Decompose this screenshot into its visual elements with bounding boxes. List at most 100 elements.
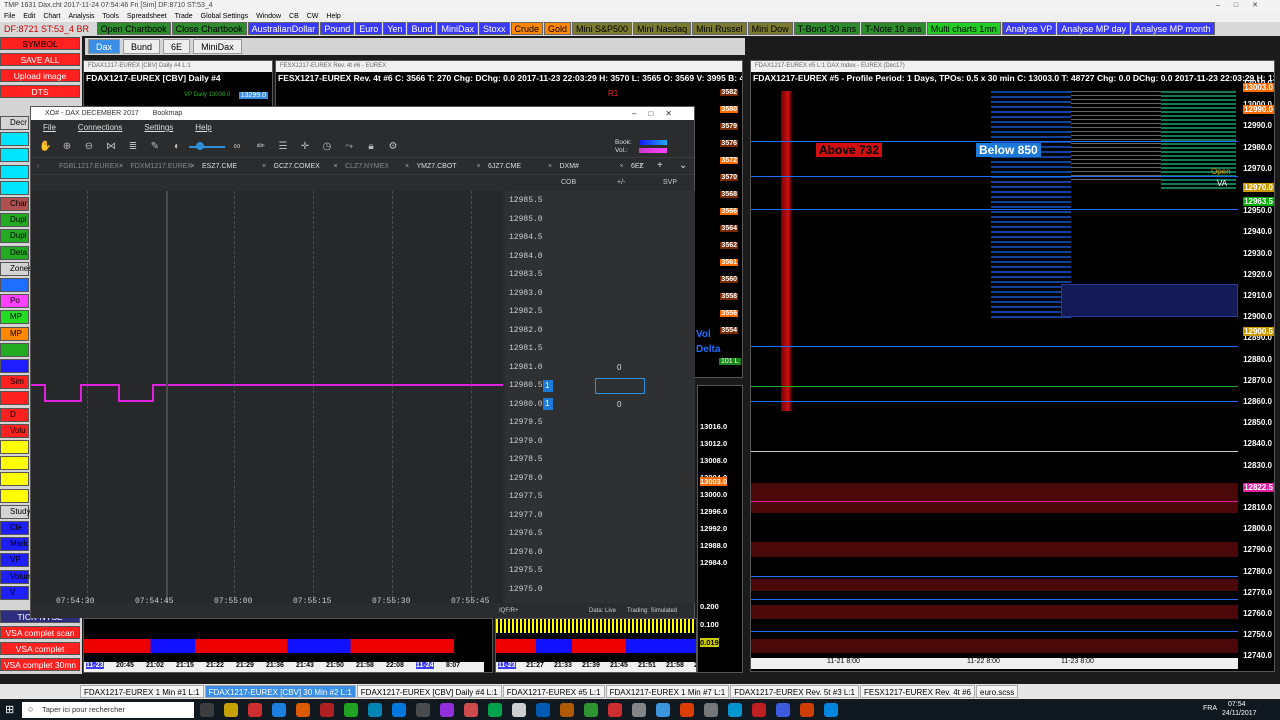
bookmap-menu-connections[interactable]: Connections: [78, 123, 122, 132]
edge-icon[interactable]: [272, 703, 286, 717]
instrument-tab-1[interactable]: FDXM1217.EUREX: [131, 163, 192, 170]
app-icon[interactable]: [752, 703, 766, 717]
daily-chart-pane[interactable]: FDAX1217-EUREX [CBV] Daily #4 L:1 FDAX12…: [83, 60, 273, 110]
ladder-price[interactable]: 12977.5: [509, 492, 543, 501]
profile-chart-pane[interactable]: FDAX1217-EUREX #5 L:1 DAX Index - EUREX …: [750, 60, 1275, 672]
tab-close-icon[interactable]: ×: [620, 163, 624, 170]
zoom-in-icon[interactable]: ⊕: [61, 141, 73, 152]
ladder-price[interactable]: 12980.5: [509, 381, 543, 390]
sheet-tab-6e[interactable]: 6E: [163, 39, 191, 54]
chart-window-tab-5[interactable]: FDAX1217-EUREX Rev. 5t #3 L:1: [730, 685, 859, 698]
menu-item-spreadsheet[interactable]: Spreadsheet: [127, 13, 167, 20]
toolbar-button-15[interactable]: T-Bond 30 ans: [793, 22, 861, 35]
lock-icon[interactable]: 🔒︎: [365, 141, 377, 152]
fesx-volume-pane[interactable]: 11-23 21:27 21:33 21:39 21:45 21:51 21:58 22:07: [495, 618, 697, 673]
left-strip-12[interactable]: MP: [0, 310, 29, 325]
toolbar-button-10[interactable]: Gold: [544, 22, 572, 35]
left-strip-0[interactable]: Decr: [0, 116, 29, 130]
ladder-price[interactable]: 12984.0: [509, 252, 543, 261]
ladder-price[interactable]: 12975.5: [509, 566, 543, 575]
toolbar-button-11[interactable]: Mini S&P500: [572, 22, 633, 35]
instrument-tab-6[interactable]: 6JZ7.CME: [488, 163, 521, 170]
chrome-icon[interactable]: [248, 703, 262, 717]
app-icon[interactable]: [560, 703, 574, 717]
toolbar-button-1[interactable]: Close Chartbook: [171, 22, 247, 35]
app-icon[interactable]: [584, 703, 598, 717]
hand-icon[interactable]: ✋: [39, 141, 51, 152]
ladder-price[interactable]: 12981.5: [509, 344, 543, 353]
app-icon[interactable]: [824, 703, 838, 717]
gear-icon[interactable]: ⚙: [387, 141, 399, 152]
menu-item-chart[interactable]: Chart: [43, 13, 60, 20]
app-icon[interactable]: [632, 703, 646, 717]
bookmap-menu-help[interactable]: Help: [195, 123, 211, 132]
left-strip-20[interactable]: [0, 440, 29, 454]
menu-item-edit[interactable]: Edit: [23, 13, 35, 20]
left-strip-14[interactable]: [0, 342, 29, 357]
left-button-3[interactable]: DTS: [0, 85, 80, 98]
app-icon[interactable]: [704, 703, 718, 717]
ladder-price[interactable]: 12977.0: [509, 511, 543, 520]
brightness-slider[interactable]: [189, 146, 225, 148]
tab-close-icon[interactable]: ×: [191, 163, 195, 170]
chart-window-tab-7[interactable]: euro.scss: [976, 685, 1019, 698]
ladder-price[interactable]: 12978.0: [509, 474, 543, 483]
toolbar-button-18[interactable]: Analyse VP: [1001, 22, 1057, 35]
left-strip-26[interactable]: Mark: [0, 537, 29, 552]
chart-window-tab-2[interactable]: FDAX1217-EUREX [CBV] Daily #4 L:1: [356, 685, 502, 698]
menu-item-cb[interactable]: CB: [289, 13, 299, 20]
menu-item-help[interactable]: Help: [326, 13, 340, 20]
left-button-0[interactable]: SYMBOL: [0, 37, 80, 50]
tab-close-icon[interactable]: ×: [477, 163, 481, 170]
instrument-tab-7[interactable]: DXM#: [560, 163, 579, 170]
toolbar-button-17[interactable]: Multi charts 1mn: [926, 22, 1001, 35]
language-indicator[interactable]: FRA: [1203, 705, 1217, 712]
chart-window-tab-1[interactable]: FDAX1217-EUREX [CBV] 30 Min #2 L:1: [204, 685, 356, 698]
clock-time[interactable]: 07:54: [1228, 701, 1246, 708]
instrument-tab-0[interactable]: FGBL1217.EUREX: [59, 163, 119, 170]
left-strip-28[interactable]: Volum: [0, 569, 32, 584]
mail-icon[interactable]: [392, 703, 406, 717]
left-strip-15[interactable]: [0, 359, 29, 373]
chart-window-tab-4[interactable]: FDAX1217-EUREX 1 Min #7 L:1: [605, 685, 730, 698]
app-icon[interactable]: [512, 703, 526, 717]
tab-close-icon[interactable]: ×: [334, 163, 338, 170]
menu-item-cw[interactable]: CW: [307, 13, 319, 20]
fdax-30min-pane[interactable]: 11-23 20:45 21:02 21:15 21:22 21:29 21:36 21:43…: [83, 618, 493, 673]
toolbar-button-14[interactable]: Mini Dow: [747, 22, 793, 35]
fdax-1min-pane[interactable]: 13016.013012.013008.013004.013000.012996…: [697, 385, 743, 673]
ladder-price[interactable]: 12976.0: [509, 548, 543, 557]
link-icon[interactable]: ∞: [231, 141, 243, 152]
toolbar-button-20[interactable]: Analyse MP month: [1131, 22, 1215, 35]
opera-icon[interactable]: [320, 703, 334, 717]
left-strip-5[interactable]: Char: [0, 197, 29, 211]
ladder-price[interactable]: 12985.5: [509, 196, 543, 205]
chart-line-icon[interactable]: ⤳: [343, 141, 355, 152]
brightness-slider-handle[interactable]: [196, 142, 204, 150]
left-strip-18[interactable]: D: [0, 407, 29, 422]
toolbar-button-7[interactable]: MiniDax: [437, 22, 478, 35]
bookmap-window-controls[interactable]: –□✕: [632, 107, 684, 120]
ladder-price[interactable]: 12975.0: [509, 585, 543, 594]
left-strip-21[interactable]: [0, 456, 29, 471]
left-button-2[interactable]: Upload image: [0, 69, 80, 82]
left-bottom-button-1[interactable]: VSA complet scan: [0, 626, 80, 639]
bookmap-menu-settings[interactable]: Settings: [144, 123, 173, 132]
toolbar-button-3[interactable]: Pound: [320, 22, 355, 35]
toolbar-button-19[interactable]: Analyse MP day: [1057, 22, 1131, 35]
left-strip-23[interactable]: [0, 488, 29, 503]
instrument-tab-2[interactable]: ESZ7.CME: [202, 163, 237, 170]
toolbar-button-12[interactable]: Mini Nasdaq: [633, 22, 692, 35]
chart-window-tab-3[interactable]: FDAX1217-EUREX #5 L:1: [502, 685, 605, 698]
toolbar-button-4[interactable]: Euro: [355, 22, 383, 35]
left-strip-11[interactable]: Po: [0, 294, 29, 309]
sheet-tab-bund[interactable]: Bund: [123, 39, 161, 54]
chart-window-tab-0[interactable]: FDAX1217-EUREX 1 Min #1 L:1: [80, 685, 204, 698]
left-strip-25[interactable]: Cle: [0, 521, 29, 535]
ladder-price[interactable]: 12984.5: [509, 233, 543, 242]
toolbar-button-13[interactable]: Mini Russel: [692, 22, 747, 35]
chart-window-tab-6[interactable]: FESX1217-EUREX Rev. 4t #6: [859, 685, 975, 698]
ladder-price[interactable]: 12982.0: [509, 326, 543, 335]
left-strip-27[interactable]: VP: [0, 553, 29, 568]
menu-item-trade[interactable]: Trade: [175, 13, 193, 20]
